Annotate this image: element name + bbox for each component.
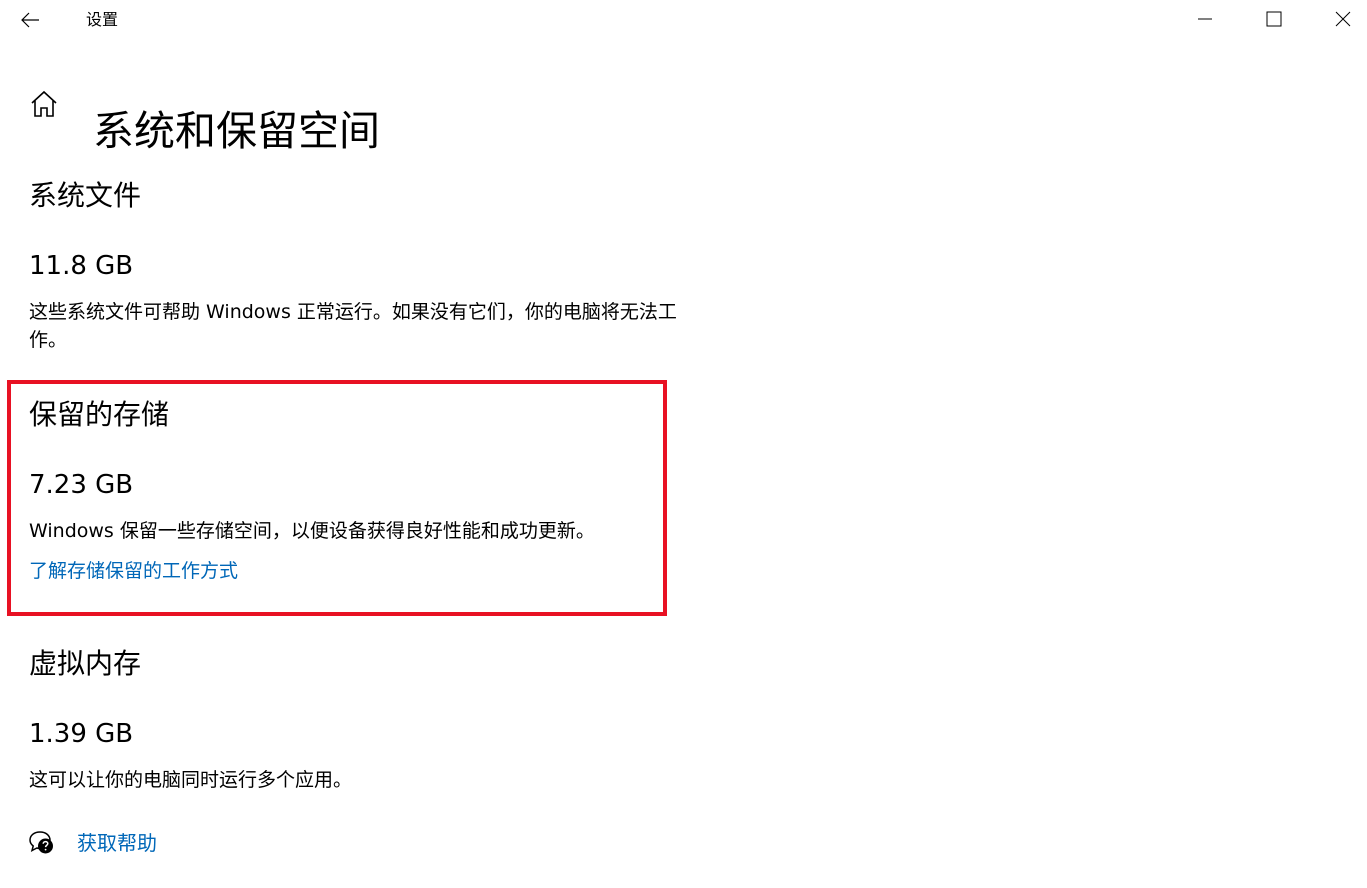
maximize-icon (1266, 11, 1282, 27)
system-files-size: 11.8 GB (29, 251, 134, 281)
virtual-memory-description: 这可以让你的电脑同时运行多个应用。 (29, 769, 353, 791)
home-icon (31, 90, 57, 117)
reserved-storage-size: 7.23 GB (29, 470, 134, 500)
reserved-storage-learn-more-link[interactable]: 了解存储保留的工作方式 (29, 557, 238, 585)
get-help-label: 获取帮助 (77, 831, 157, 855)
system-files-title: 系统文件 (29, 179, 142, 212)
home-button[interactable] (28, 88, 60, 120)
virtual-memory-size: 1.39 GB (29, 719, 134, 749)
minimize-icon (1198, 18, 1212, 20)
back-button[interactable] (14, 6, 46, 34)
reserved-storage-description: Windows 保留一些存储空间，以便设备获得良好性能和成功更新。 (29, 520, 595, 542)
reserved-storage-title: 保留的存储 (29, 398, 170, 431)
close-button[interactable] (1320, 0, 1366, 38)
app-title: 设置 (86, 10, 119, 29)
page-title: 系统和保留空间 (93, 107, 380, 156)
maximize-button[interactable] (1251, 0, 1297, 38)
page-header: 系统和保留空间 (28, 76, 380, 155)
help-chat-icon (28, 829, 56, 857)
system-files-description: 这些系统文件可帮助 Windows 正常运行。如果没有它们，你的电脑将无法工作。 (29, 301, 677, 351)
minimize-button[interactable] (1182, 0, 1228, 38)
get-help-link[interactable]: 获取帮助 (28, 826, 157, 860)
close-icon (1335, 11, 1351, 27)
virtual-memory-title: 虚拟内存 (29, 647, 142, 680)
title-bar: 设置 (0, 0, 1367, 40)
arrow-left-icon (21, 12, 39, 28)
